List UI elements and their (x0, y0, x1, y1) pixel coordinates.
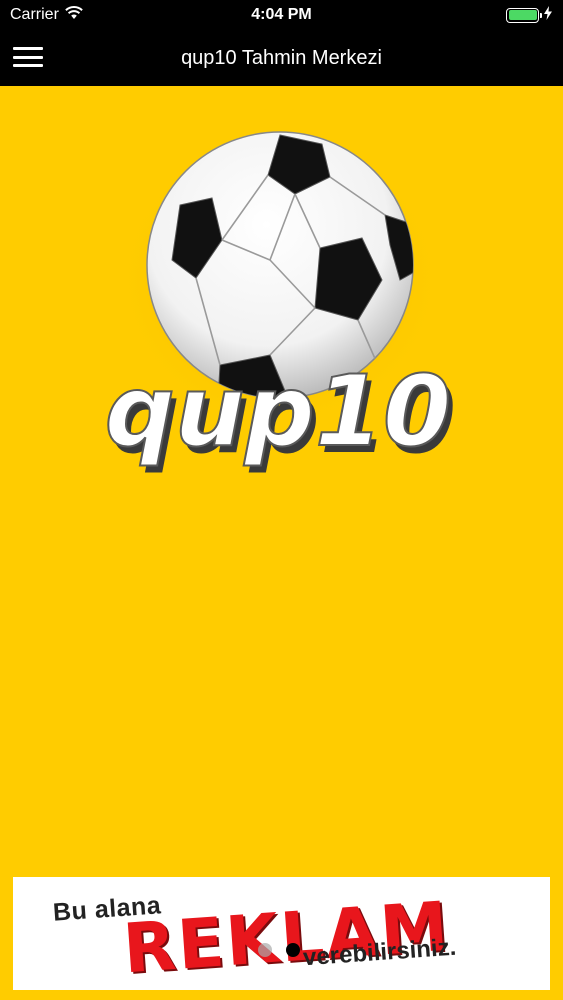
charging-icon (543, 5, 553, 25)
page-dot-active[interactable] (286, 943, 300, 957)
logo-text: qup10 (105, 355, 451, 469)
menu-line (13, 55, 43, 59)
battery-icon (506, 7, 542, 23)
logo-wordmark: qup10 qup10 (104, 354, 456, 476)
menu-line (13, 47, 43, 50)
page-dot[interactable] (258, 943, 272, 957)
status-left: Carrier (10, 5, 83, 25)
status-right (506, 5, 553, 25)
nav-title: qup10 Tahmin Merkezi (181, 46, 382, 69)
battery-level (508, 10, 537, 20)
ad-banner[interactable]: Bu alana REKLAM verebilirsiniz. (13, 877, 550, 990)
carrier-label: Carrier (10, 6, 59, 23)
hamburger-menu-icon[interactable] (13, 44, 43, 70)
nav-bar: qup10 Tahmin Merkezi (0, 30, 563, 86)
status-time: 4:04 PM (251, 6, 312, 23)
app-logo: qup10 qup10 (100, 130, 460, 480)
page-indicator[interactable] (258, 943, 300, 957)
status-bar: Carrier 4:04 PM (0, 0, 563, 30)
menu-line (13, 64, 43, 67)
soccer-ball-logo: qup10 qup10 (104, 130, 456, 476)
wifi-icon (65, 5, 83, 25)
